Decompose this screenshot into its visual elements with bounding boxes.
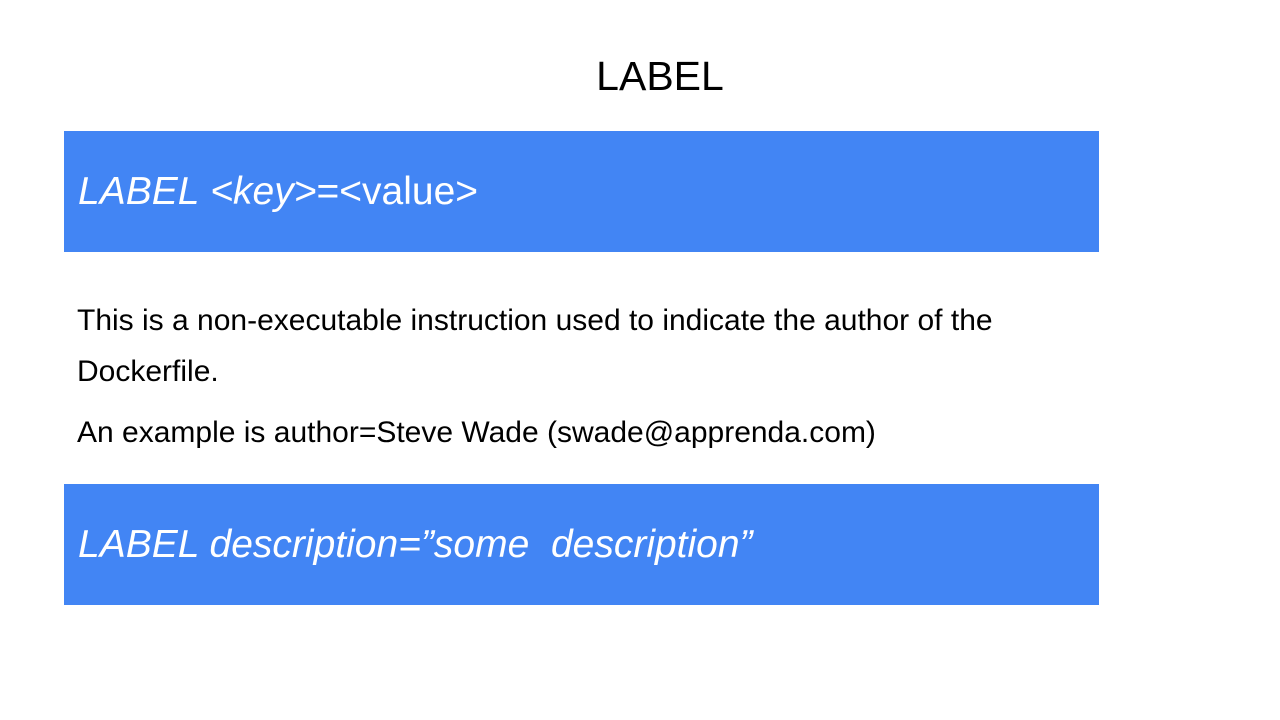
slide-title: LABEL: [596, 53, 724, 99]
description-text: This is a non-executable instruction use…: [77, 304, 993, 388]
body-text: This is a non-executable instruction use…: [77, 295, 1077, 458]
syntax-key: <key>: [199, 169, 317, 213]
example-code: LABEL description=”some description”: [78, 522, 753, 566]
slide: LABEL LABEL <key> =<value> This is a non-…: [0, 0, 1280, 720]
example-text: An example is author=Steve Wade (swade@a…: [77, 416, 876, 449]
example-box: LABEL description=”some description”: [64, 484, 1099, 605]
syntax-keyword: LABEL: [78, 169, 200, 213]
syntax-box: LABEL <key> =<value>: [64, 131, 1099, 252]
syntax-value: =<value>: [316, 169, 479, 213]
